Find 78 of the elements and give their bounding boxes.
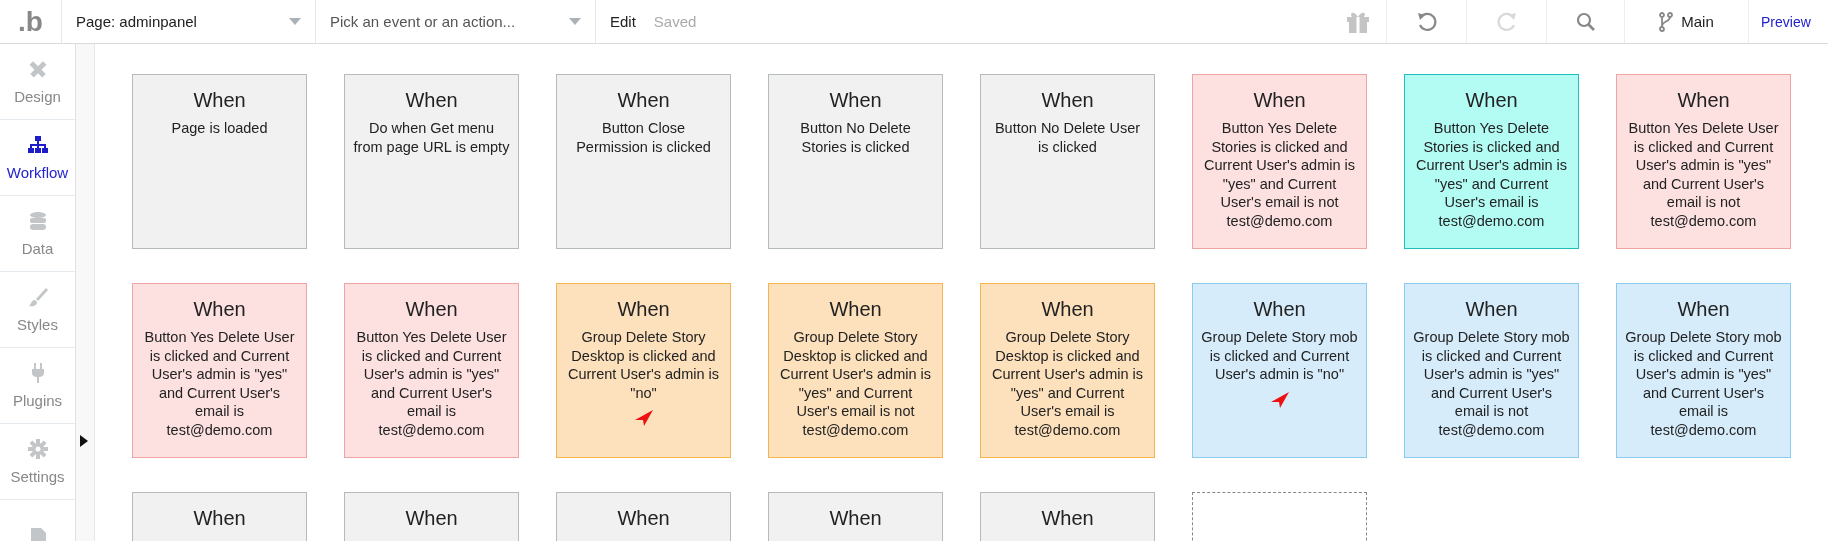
sidebar-tab[interactable]: Design bbox=[0, 44, 75, 120]
event-card[interactable]: When Button Yes Delete User is clicked and Current User's admin is "yes" and Current User's email is test@demo.com bbox=[132, 283, 307, 458]
event-card[interactable]: When bbox=[768, 492, 943, 541]
event-title: When bbox=[829, 507, 882, 530]
event-card[interactable]: When Button Yes Delete Stories is clicked and Current User's admin is "yes" and Current User's email is not test@demo.com bbox=[1192, 74, 1367, 249]
event-title: When bbox=[193, 89, 246, 112]
hierarchy-icon bbox=[26, 134, 49, 156]
event-title: When bbox=[1041, 89, 1094, 112]
event-title: When bbox=[617, 298, 670, 321]
event-title: When bbox=[617, 89, 670, 112]
event-card[interactable]: When Button Yes Delete User is clicked and Current User's admin is "yes" and Current User's email is not test@demo.com bbox=[1616, 74, 1791, 249]
event-title: When bbox=[405, 89, 458, 112]
sidebar-tab[interactable]: Data bbox=[0, 196, 75, 272]
event-condition: Button No Delete Stories is clicked bbox=[799, 119, 912, 156]
event-title: When bbox=[829, 89, 882, 112]
sidebar-tab[interactable]: Styles bbox=[0, 272, 75, 348]
event-title: When bbox=[405, 507, 458, 530]
event-condition: Group Delete Story mob is clicked and Current User's admin is "yes" and Current User's email is not test@demo.com bbox=[1413, 328, 1570, 439]
event-condition: Do when Get menu from page URL is empty bbox=[353, 119, 510, 156]
event-title: When bbox=[1041, 507, 1094, 530]
event-condition: Group Delete Story Desktop is clicked and Current User's admin is "no" bbox=[566, 328, 720, 402]
event-card[interactable]: When Group Delete Story Desktop is clicked and Current User's admin is "no" bbox=[556, 283, 731, 458]
gear-icon bbox=[26, 438, 49, 460]
event-card[interactable]: When Button No Delete Stories is clicked bbox=[768, 74, 943, 249]
event-title: When bbox=[1253, 89, 1306, 112]
event-card[interactable]: When bbox=[556, 492, 731, 541]
event-title: When bbox=[1465, 298, 1518, 321]
edit-menu[interactable]: Edit bbox=[610, 13, 636, 30]
undo-icon bbox=[1415, 10, 1438, 33]
event-card[interactable]: When Group Delete Story mob is clicked and Current User's admin is "yes" and Current User's email is not test@demo.com bbox=[1404, 283, 1579, 458]
event-title: When bbox=[193, 507, 246, 530]
brush-icon bbox=[26, 286, 49, 308]
sidebar-tab[interactable]: Workflow bbox=[0, 120, 75, 196]
event-condition: Group Delete Story mob is clicked and Current User's admin is "yes" and Current User's email is test@demo.com bbox=[1625, 328, 1782, 439]
event-condition: Page is loaded bbox=[171, 119, 268, 138]
event-title: When bbox=[1677, 89, 1730, 112]
event-card[interactable]: When Page is loaded bbox=[132, 74, 307, 249]
event-card[interactable]: When Button No Delete User is clicked bbox=[980, 74, 1155, 249]
event-condition: Button Yes Delete User is clicked and Current User's admin is "yes" and Current User's email is test@demo.com bbox=[355, 328, 508, 439]
sidebar-tab[interactable]: Settings bbox=[0, 424, 75, 500]
event-card[interactable]: When Button Close Permission is clicked bbox=[556, 74, 731, 249]
event-condition: Button Yes Delete User is clicked and Current User's admin is "yes" and Current User's email is not test@demo.com bbox=[1627, 119, 1780, 230]
event-condition: Group Delete Story Desktop is clicked and Current User's admin is "yes" and Current User's email is not test@demo.com bbox=[778, 328, 932, 439]
branch-icon bbox=[1659, 11, 1674, 32]
event-condition: Button Yes Delete Stories is clicked and Current User's admin is "yes" and Current User's email is not test@demo.com bbox=[1202, 119, 1356, 230]
caret-icon bbox=[569, 18, 581, 25]
event-title: When bbox=[405, 298, 458, 321]
branch-button[interactable]: Main bbox=[1624, 0, 1748, 43]
preview-link[interactable]: Preview bbox=[1748, 0, 1828, 43]
event-title: When bbox=[193, 298, 246, 321]
event-card[interactable]: When Do when Get menu from page URL is empty bbox=[344, 74, 519, 249]
event-condition: Button No Delete User is clicked bbox=[993, 119, 1142, 156]
event-title: When bbox=[1253, 298, 1306, 321]
search-icon bbox=[1575, 11, 1596, 32]
event-title: When bbox=[829, 298, 882, 321]
saved-status: Saved bbox=[653, 13, 697, 30]
event-condition: Group Delete Story Desktop is clicked and Current User's admin is "yes" and Current User's email is test@demo.com bbox=[990, 328, 1144, 439]
expand-arrow-icon[interactable] bbox=[80, 435, 88, 447]
event-card[interactable]: When bbox=[344, 492, 519, 541]
event-card[interactable]: When Group Delete Story Desktop is clicked and Current User's admin is "yes" and Current User's email is test@demo.com bbox=[980, 283, 1155, 458]
sidebar-tab[interactable]: Plugins bbox=[0, 348, 75, 424]
event-condition: Button Yes Delete User is clicked and Current User's admin is "yes" and Current User's email is test@demo.com bbox=[143, 328, 296, 439]
event-card[interactable]: When Group Delete Story mob is clicked and Current User's admin is "no" bbox=[1192, 283, 1367, 458]
event-card[interactable]: When bbox=[132, 492, 307, 541]
event-title: When bbox=[1041, 298, 1094, 321]
event-card[interactable]: When Button Yes Delete Stories is clicked and Current User's admin is "yes" and Current User's email is test@demo.com bbox=[1404, 74, 1579, 249]
caret-icon bbox=[289, 18, 301, 25]
event-condition: Button Yes Delete Stories is clicked and Current User's admin is "yes" and Current User's email is test@demo.com bbox=[1414, 119, 1568, 230]
event-card[interactable]: When Group Delete Story Desktop is clicked and Current User's admin is "yes" and Current User's email is not test@demo.com bbox=[768, 283, 943, 458]
event-card[interactable]: When Button Yes Delete User is clicked and Current User's admin is "yes" and Current User's email is test@demo.com bbox=[344, 283, 519, 458]
event-card[interactable]: When bbox=[980, 492, 1155, 541]
event-title: When bbox=[1465, 89, 1518, 112]
event-condition: Group Delete Story mob is clicked and Current User's admin is "no" bbox=[1201, 328, 1358, 384]
event-title: When bbox=[1677, 298, 1730, 321]
event-condition: Button Close Permission is clicked bbox=[575, 119, 712, 156]
event-card[interactable]: When Group Delete Story mob is clicked and Current User's admin is "yes" and Current User's email is test@demo.com bbox=[1616, 283, 1791, 458]
redo-icon bbox=[1495, 10, 1518, 33]
event-title: When bbox=[617, 507, 670, 530]
